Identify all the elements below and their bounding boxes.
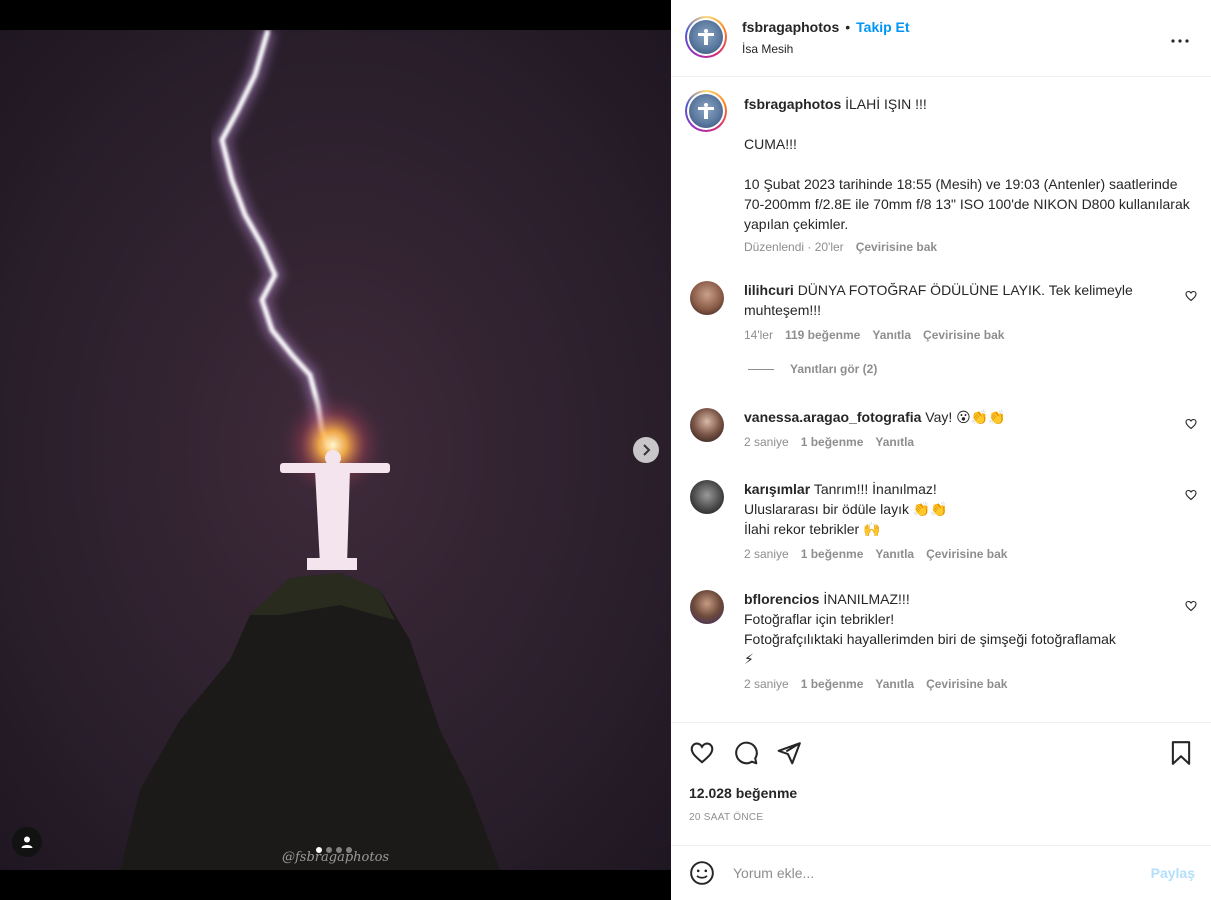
comment-item: lilihcuri DÜNYA FOTOĞRAF ÖDÜLÜNE LAYIK. …	[744, 280, 1164, 376]
comment-text: Vay! 😮👏👏	[925, 409, 1006, 425]
comment-text: DÜNYA FOTOĞRAF ÖDÜLÜNE LAYIK. Tek kelime…	[744, 282, 1133, 318]
comment-text: İNANILMAZ!!!	[823, 591, 910, 607]
post-time: 20 SAAT ÖNCE	[689, 812, 764, 823]
commenter-avatar[interactable]	[690, 281, 724, 315]
author-username[interactable]: fsbragaphotos	[742, 19, 839, 35]
caption-edited-time: Düzenlendi · 20'ler	[744, 240, 844, 254]
comment-icon[interactable]	[733, 740, 759, 766]
comment-username[interactable]: bflorencios	[744, 591, 819, 607]
comment-item: karışımlar Tanrım!!! İnanılmaz! Uluslara…	[744, 479, 1164, 561]
replies-divider	[748, 368, 774, 370]
author-avatar[interactable]	[685, 16, 727, 58]
comment-username[interactable]: lilihcuri	[744, 282, 794, 298]
comment-likes-count[interactable]: 1 beğenme	[801, 677, 864, 691]
commenter-avatar[interactable]	[690, 408, 724, 442]
post-header: fsbragaphotos • Takip Et İsa Mesih	[671, 0, 1211, 77]
post-comment-button[interactable]: Paylaş	[1151, 865, 1195, 881]
post-media: @fsbragaphotos	[0, 0, 671, 900]
comment-text: Tanrım!!! İnanılmaz!	[813, 481, 937, 497]
post-actions: 12.028 beğenme 20 SAAT ÖNCE	[671, 722, 1211, 845]
emoji-icon[interactable]	[689, 860, 715, 886]
chevron-right-icon	[643, 444, 651, 456]
comment-time: 2 saniye	[744, 435, 789, 449]
comment-text: ⚡	[744, 651, 754, 667]
christ-statue-avatar-icon	[698, 103, 714, 119]
comment-text: İlahi rekor tebrikler 🙌	[744, 521, 881, 537]
reply-button[interactable]: Yanıtla	[875, 547, 914, 561]
caption-body: 10 Şubat 2023 tarihinde 18:55 (Mesih) ve…	[744, 176, 1190, 232]
comment-username[interactable]: vanessa.aragao_fotografia	[744, 409, 921, 425]
comment-input[interactable]	[733, 862, 1113, 884]
comment-like-heart-icon[interactable]	[1185, 290, 1197, 302]
user-tags-button[interactable]	[12, 827, 42, 857]
send-icon[interactable]	[776, 740, 802, 766]
caption-author-avatar[interactable]	[685, 90, 727, 132]
comment-likes-count[interactable]: 1 beğenme	[801, 435, 864, 449]
user-tag-icon	[21, 836, 33, 848]
comment-time: 2 saniye	[744, 547, 789, 561]
post-location[interactable]: İsa Mesih	[742, 42, 793, 56]
comment-likes-count[interactable]: 119 beğenme	[785, 328, 860, 342]
view-replies-label: Yanıtları gör (2)	[790, 362, 878, 376]
comment-text: Fotoğrafçılıktaki hayallerimden biri de …	[744, 631, 1116, 647]
caption-title: İLAHİ IŞIN !!!	[845, 96, 927, 112]
caption: fsbragaphotos İLAHİ IŞIN !!! CUMA!!! 10 …	[744, 94, 1194, 254]
translate-link[interactable]: Çevirisine bak	[926, 677, 1007, 691]
comment-likes-count[interactable]: 1 beğenme	[801, 547, 864, 561]
reply-button[interactable]: Yanıtla	[875, 435, 914, 449]
christ-statue-avatar-icon	[698, 29, 714, 45]
commenter-avatar[interactable]	[690, 590, 724, 624]
comment-like-heart-icon[interactable]	[1185, 489, 1197, 501]
comment-text: Fotoğraflar için tebrikler!	[744, 611, 895, 627]
translate-link[interactable]: Çevirisine bak	[926, 547, 1007, 561]
carousel-next-button[interactable]	[633, 437, 659, 463]
comment-username[interactable]: karışımlar	[744, 481, 810, 497]
add-comment-bar: Paylaş	[671, 845, 1211, 900]
reply-button[interactable]: Yanıtla	[872, 328, 911, 342]
bookmark-icon[interactable]	[1169, 740, 1193, 766]
follow-button[interactable]: Takip Et	[856, 19, 909, 35]
comment-time: 14'ler	[744, 328, 773, 342]
comments-list[interactable]: fsbragaphotos İLAHİ IŞIN !!! CUMA!!! 10 …	[671, 77, 1211, 722]
caption-username[interactable]: fsbragaphotos	[744, 96, 841, 112]
comment-like-heart-icon[interactable]	[1185, 418, 1197, 430]
comment-like-heart-icon[interactable]	[1185, 600, 1197, 612]
caption-translate-link[interactable]: Çevirisine bak	[856, 240, 937, 254]
likes-count[interactable]: 12.028 beğenme	[689, 785, 797, 801]
comment-time: 2 saniye	[744, 677, 789, 691]
post-photo	[0, 30, 671, 870]
commenter-avatar[interactable]	[690, 480, 724, 514]
comment-item: vanessa.aragao_fotografia Vay! 😮👏👏 2 san…	[744, 407, 1164, 449]
post-side-panel: fsbragaphotos • Takip Et İsa Mesih fsbra…	[671, 0, 1211, 900]
more-options-icon	[1171, 39, 1189, 43]
comment-item: bflorencios İNANILMAZ!!! Fotoğraflar içi…	[744, 589, 1164, 691]
reply-button[interactable]: Yanıtla	[875, 677, 914, 691]
comment-text: Uluslararası bir ödüle layık 👏👏	[744, 501, 948, 517]
caption-line: CUMA!!!	[744, 136, 797, 152]
photo-watermark: @fsbragaphotos	[282, 850, 390, 865]
view-replies-button[interactable]: Yanıtları gör (2)	[744, 362, 1164, 376]
translate-link[interactable]: Çevirisine bak	[923, 328, 1004, 342]
heart-icon[interactable]	[689, 740, 715, 766]
more-options-button[interactable]	[1171, 30, 1189, 48]
separator-dot: •	[845, 19, 851, 35]
